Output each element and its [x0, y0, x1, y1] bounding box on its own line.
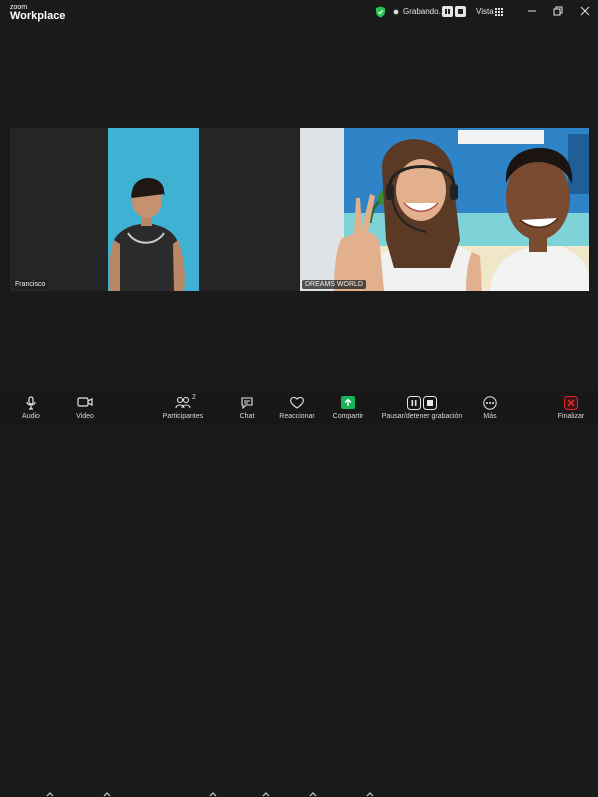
audio-label: Audio — [22, 413, 40, 420]
recording-status-label: Grabando... — [403, 7, 446, 16]
participants-options-chevron-up-icon[interactable] — [209, 791, 217, 797]
participant-video-dreams-world — [300, 128, 589, 291]
video-camera-icon — [77, 397, 93, 407]
share-screen-icon — [341, 396, 355, 409]
encryption-shield-icon[interactable] — [375, 6, 386, 18]
participants-count-badge: 2 — [192, 394, 196, 401]
chat-label: Chat — [239, 413, 255, 420]
video-button[interactable]: Video — [70, 391, 100, 424]
restore-window-icon[interactable] — [553, 6, 563, 16]
pause-recording-button[interactable] — [442, 6, 453, 17]
close-icon[interactable] — [580, 6, 590, 16]
video-options-chevron-up-icon[interactable] — [103, 791, 111, 797]
participants-icon — [175, 396, 191, 409]
view-button-label[interactable]: Vista — [476, 7, 494, 16]
share-screen-button[interactable]: Compartir — [330, 391, 366, 424]
audio-button[interactable]: Audio — [18, 391, 46, 424]
chat-button[interactable]: Chat — [232, 391, 262, 424]
minimize-icon[interactable] — [527, 6, 537, 16]
video-tile-dreams-world[interactable]: DREAMS WORLD — [300, 128, 589, 291]
share-options-chevron-up-icon[interactable] — [366, 791, 374, 797]
end-meeting-button[interactable]: Finalizar — [556, 391, 586, 424]
heart-reaction-icon — [290, 396, 304, 409]
participant-name-dreams-world: DREAMS WORLD — [302, 280, 366, 289]
participants-button[interactable]: 2 Participantes — [160, 391, 206, 424]
stop-icon — [458, 9, 463, 14]
react-button[interactable]: Reaccionar — [278, 391, 316, 424]
recording-indicator-icon — [393, 9, 399, 15]
end-label: Finalizar — [557, 413, 585, 420]
pause-stop-recording-icon — [407, 396, 437, 410]
audio-options-chevron-up-icon[interactable] — [46, 791, 54, 797]
participant-video-francisco — [10, 128, 299, 291]
microphone-icon — [26, 396, 36, 410]
chat-options-chevron-up-icon[interactable] — [262, 791, 270, 797]
pause-stop-recording-button[interactable]: Pausar/detener grabación — [382, 391, 462, 424]
pause-icon — [445, 9, 447, 14]
video-label: Video — [76, 413, 94, 420]
more-options-icon — [483, 396, 497, 410]
more-button[interactable]: Más — [478, 391, 502, 424]
more-label: Más — [483, 413, 497, 420]
participant-name-francisco: Francisco — [12, 280, 49, 289]
participants-label: Participantes — [162, 413, 204, 420]
share-label: Compartir — [332, 413, 364, 420]
end-meeting-icon — [564, 396, 578, 410]
react-options-chevron-up-icon[interactable] — [309, 791, 317, 797]
title-bar: zoom Workplace Grabando... Vista — [0, 0, 598, 26]
video-tile-francisco[interactable]: Francisco — [10, 128, 299, 291]
grid-view-icon[interactable] — [495, 8, 503, 16]
chat-bubble-icon — [241, 397, 253, 409]
pause-stop-recording-label: Pausar/detener grabación — [381, 413, 463, 420]
meeting-toolbar: Audio Video 2 Participantes Chat Reaccio… — [0, 391, 598, 797]
react-label: Reaccionar — [279, 413, 315, 420]
stop-recording-button[interactable] — [455, 6, 466, 17]
app-logo-product: Workplace — [10, 10, 66, 22]
